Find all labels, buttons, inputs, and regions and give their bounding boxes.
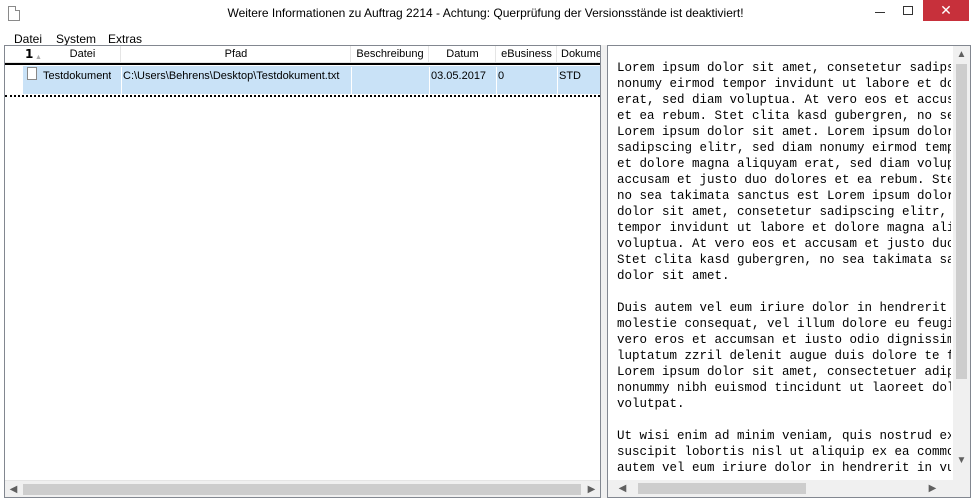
grid-header: 1 ▲ Datei Pfad Beschreibung Datum eBusin…	[5, 46, 600, 63]
column-divider	[429, 67, 430, 95]
column-header-pfad[interactable]: Pfad	[122, 46, 351, 62]
scroll-thumb[interactable]	[23, 484, 581, 495]
text-preview-content[interactable]: Lorem ipsum dolor sit amet, consetetur s…	[617, 60, 951, 480]
text-preview-panel: Lorem ipsum dolor sit amet, consetetur s…	[607, 45, 971, 498]
cell-pfad: C:\Users\Behrens\Desktop\Testdokument.tx…	[123, 70, 340, 82]
window-title: Weitere Informationen zu Auftrag 2214 - …	[227, 6, 744, 20]
title-bar: Weitere Informationen zu Auftrag 2214 - …	[0, 0, 971, 30]
menu-datei[interactable]: Datei	[14, 32, 42, 46]
row-selection: Testdokument C:\Users\Behrens\Desktop\Te…	[23, 66, 600, 95]
cell-dokument: STD	[559, 70, 581, 82]
scroll-right-icon[interactable]: ▶	[583, 481, 600, 498]
maximize-icon	[903, 6, 913, 15]
column-header-dokument[interactable]: Dokume	[558, 46, 600, 62]
menu-extras[interactable]: Extras	[108, 32, 142, 46]
menu-system[interactable]: System	[56, 32, 96, 46]
close-icon: ✕	[940, 2, 952, 18]
column-header-datum[interactable]: Datum	[430, 46, 496, 62]
scroll-thumb[interactable]	[956, 64, 967, 379]
column-header-ebusiness[interactable]: eBusiness	[497, 46, 557, 62]
close-button[interactable]: ✕	[923, 0, 969, 21]
maximize-button[interactable]	[889, 0, 927, 21]
scroll-thumb[interactable]	[638, 483, 806, 494]
scroll-right-icon[interactable]: ▶	[924, 480, 941, 497]
text-vertical-scrollbar[interactable]: ▲ ▼	[953, 46, 970, 482]
grid-horizontal-scrollbar[interactable]: ◀ ▶	[5, 480, 600, 497]
column-header-datei[interactable]: Datei	[45, 46, 121, 62]
column-divider	[557, 67, 558, 95]
scroll-left-icon[interactable]: ◀	[614, 480, 631, 497]
table-row[interactable]: Testdokument C:\Users\Behrens\Desktop\Te…	[5, 63, 600, 97]
column-divider	[496, 67, 497, 95]
cell-ebusiness: 0	[498, 70, 505, 82]
text-file-icon	[27, 67, 37, 80]
column-divider	[121, 67, 122, 95]
sort-arrow-icon: ▲	[35, 54, 42, 61]
cell-datei: Testdokument	[43, 70, 112, 82]
text-horizontal-scrollbar[interactable]: ◀ ▶	[608, 480, 970, 497]
scroll-left-icon[interactable]: ◀	[5, 481, 22, 498]
scroll-down-icon[interactable]: ▼	[953, 452, 970, 469]
column-header-beschreibung[interactable]: Beschreibung	[352, 46, 429, 62]
cell-datum: 03.05.2017	[431, 70, 487, 82]
minimize-icon	[875, 12, 885, 13]
column-divider	[351, 67, 352, 95]
document-grid: 1 ▲ Datei Pfad Beschreibung Datum eBusin…	[4, 45, 601, 498]
scroll-up-icon[interactable]: ▲	[953, 46, 970, 63]
sort-indicator: 1	[25, 47, 34, 61]
